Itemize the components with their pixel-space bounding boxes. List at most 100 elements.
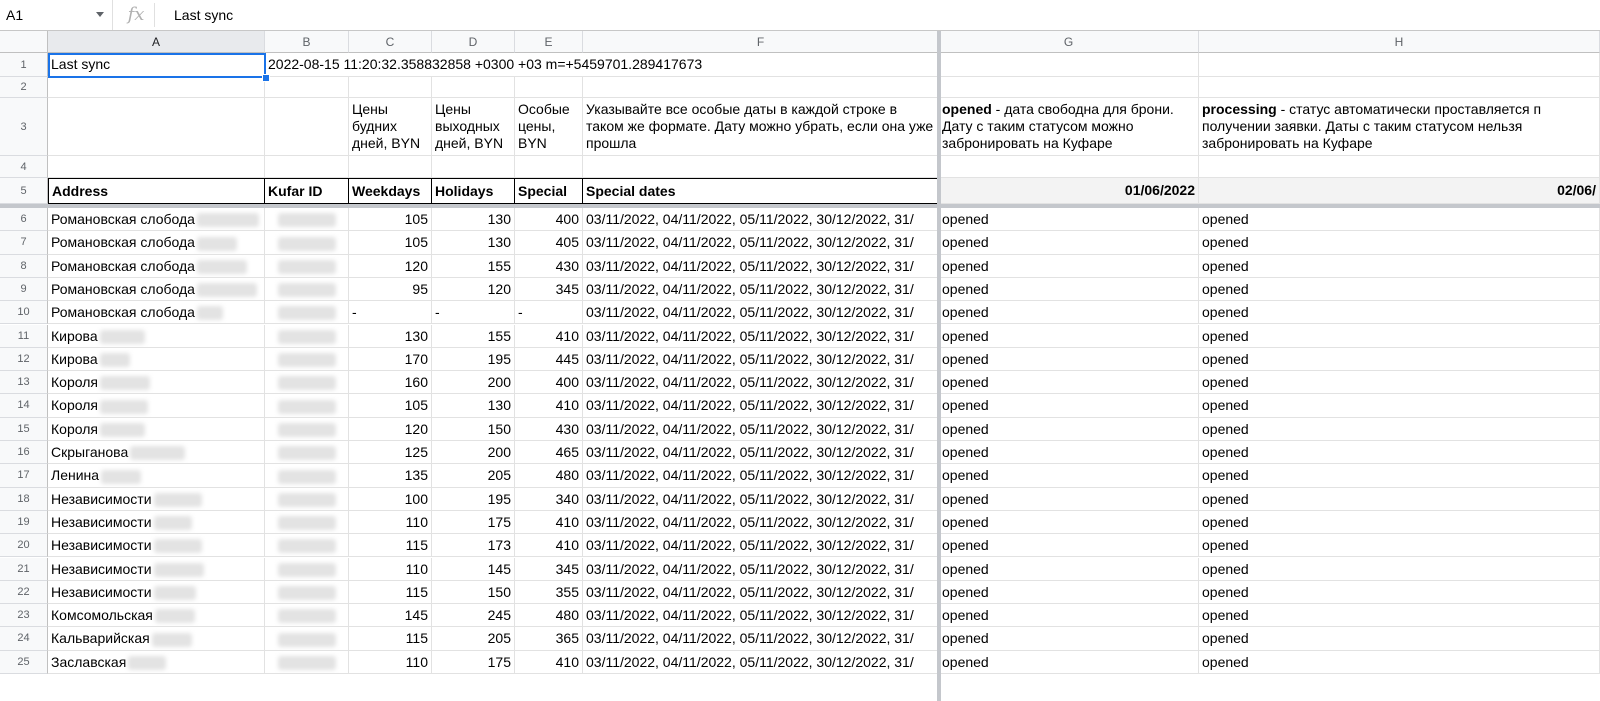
cell-r4-empty[interactable] [48, 156, 265, 178]
cell-r4-empty[interactable] [265, 156, 349, 178]
weekdays-price-cell[interactable]: 115 [349, 534, 432, 558]
status-cell[interactable]: opened [1199, 580, 1600, 605]
row-header-4[interactable]: 4 [0, 156, 48, 178]
address-cell[interactable]: Короля [48, 417, 265, 441]
address-cell[interactable]: Кирова [48, 324, 265, 348]
cell-r1-empty[interactable] [1199, 53, 1600, 77]
row-header-23[interactable]: 23 [0, 604, 48, 628]
holidays-price-cell[interactable]: 150 [432, 580, 515, 605]
status-cell[interactable]: opened [1199, 650, 1600, 674]
row-header-12[interactable]: 12 [0, 347, 48, 372]
special-dates-cell[interactable]: 03/11/2022, 04/11/2022, 05/11/2022, 30/1… [583, 580, 939, 605]
status-cell[interactable]: opened [939, 231, 1199, 255]
special-price-cell[interactable]: 400 [515, 208, 583, 232]
address-cell[interactable]: Независимости [48, 557, 265, 581]
holidays-price-cell[interactable]: 155 [432, 254, 515, 278]
status-cell[interactable]: opened [939, 301, 1199, 325]
status-cell[interactable]: opened [1199, 208, 1600, 232]
kufar-id-cell[interactable] [265, 347, 349, 372]
holidays-price-cell[interactable]: 145 [432, 557, 515, 581]
special-dates-cell[interactable]: 03/11/2022, 04/11/2022, 05/11/2022, 30/1… [583, 371, 939, 395]
header-cell-h[interactable]: 02/06/ [1199, 178, 1600, 204]
column-header-h[interactable]: H [1199, 31, 1600, 53]
column-header-c[interactable]: C [349, 31, 432, 53]
fill-handle[interactable] [262, 74, 270, 82]
special-price-cell[interactable]: 430 [515, 417, 583, 441]
address-cell[interactable]: Независимости [48, 534, 265, 558]
weekdays-price-cell[interactable]: 110 [349, 510, 432, 535]
kufar-id-cell[interactable] [265, 557, 349, 581]
special-price-cell[interactable]: 445 [515, 347, 583, 372]
cell-r4-empty[interactable] [515, 156, 583, 178]
row-header-3[interactable]: 3 [0, 98, 48, 156]
special-price-cell[interactable]: 410 [515, 394, 583, 418]
status-cell[interactable]: opened [939, 464, 1199, 488]
kufar-id-cell[interactable] [265, 277, 349, 302]
weekdays-price-cell[interactable]: 105 [349, 208, 432, 232]
row-header-21[interactable]: 21 [0, 557, 48, 581]
special-price-cell[interactable]: 405 [515, 231, 583, 255]
cell-g3[interactable]: opened - дата свободна для брони. Дату с… [939, 98, 1199, 156]
status-cell[interactable]: opened [939, 277, 1199, 302]
weekdays-price-cell[interactable]: 115 [349, 580, 432, 605]
weekdays-price-cell[interactable]: 105 [349, 231, 432, 255]
row-header-11[interactable]: 11 [0, 324, 48, 348]
row-header-7[interactable]: 7 [0, 231, 48, 255]
special-price-cell[interactable]: 410 [515, 534, 583, 558]
address-cell[interactable]: Романовская слобода [48, 301, 265, 325]
address-cell[interactable]: Независимости [48, 510, 265, 535]
column-header-d[interactable]: D [432, 31, 515, 53]
cell-b3[interactable] [265, 98, 349, 156]
cell-a1[interactable]: Last sync [48, 53, 265, 77]
cell-r2-empty[interactable] [48, 77, 265, 98]
status-cell[interactable]: opened [1199, 534, 1600, 558]
special-price-cell[interactable]: 410 [515, 510, 583, 535]
row-header-1[interactable]: 1 [0, 53, 48, 77]
address-cell[interactable]: Романовская слобода [48, 208, 265, 232]
status-cell[interactable]: opened [1199, 510, 1600, 535]
column-header-g[interactable]: G [939, 31, 1199, 53]
status-cell[interactable]: opened [939, 324, 1199, 348]
special-price-cell[interactable]: 465 [515, 441, 583, 465]
kufar-id-cell[interactable] [265, 464, 349, 488]
header-cell-d[interactable]: Holidays [432, 178, 515, 204]
status-cell[interactable]: opened [1199, 487, 1600, 511]
kufar-id-cell[interactable] [265, 650, 349, 674]
kufar-id-cell[interactable] [265, 324, 349, 348]
frozen-column-divider[interactable] [937, 31, 941, 701]
holidays-price-cell[interactable]: 175 [432, 650, 515, 674]
status-cell[interactable]: opened [939, 580, 1199, 605]
cell-r2-empty[interactable] [583, 77, 939, 98]
holidays-price-cell[interactable]: 130 [432, 231, 515, 255]
holidays-price-cell[interactable]: 150 [432, 417, 515, 441]
cell-r2-empty[interactable] [1199, 77, 1600, 98]
special-dates-cell[interactable]: 03/11/2022, 04/11/2022, 05/11/2022, 30/1… [583, 441, 939, 465]
weekdays-price-cell[interactable]: 100 [349, 487, 432, 511]
special-price-cell[interactable]: 340 [515, 487, 583, 511]
cell-r4-empty[interactable] [939, 156, 1199, 178]
formula-input[interactable]: Last sync [174, 0, 233, 30]
holidays-price-cell[interactable]: 130 [432, 208, 515, 232]
cell-r4-empty[interactable] [432, 156, 515, 178]
cell-c3[interactable]: Цены будних дней, BYN [349, 98, 432, 156]
status-cell[interactable]: opened [939, 510, 1199, 535]
cell-r4-empty[interactable] [349, 156, 432, 178]
special-dates-cell[interactable]: 03/11/2022, 04/11/2022, 05/11/2022, 30/1… [583, 417, 939, 441]
row-header-20[interactable]: 20 [0, 534, 48, 558]
weekdays-price-cell[interactable]: 125 [349, 441, 432, 465]
holidays-price-cell[interactable]: 130 [432, 394, 515, 418]
weekdays-price-cell[interactable]: 95 [349, 277, 432, 302]
weekdays-price-cell[interactable]: 115 [349, 627, 432, 651]
special-dates-cell[interactable]: 03/11/2022, 04/11/2022, 05/11/2022, 30/1… [583, 534, 939, 558]
status-cell[interactable]: opened [939, 557, 1199, 581]
weekdays-price-cell[interactable]: 120 [349, 417, 432, 441]
weekdays-price-cell[interactable]: - [349, 301, 432, 325]
header-cell-a[interactable]: Address [48, 178, 265, 204]
weekdays-price-cell[interactable]: 160 [349, 371, 432, 395]
cell-r4-empty[interactable] [1199, 156, 1600, 178]
special-dates-cell[interactable]: 03/11/2022, 04/11/2022, 05/11/2022, 30/1… [583, 557, 939, 581]
row-header-15[interactable]: 15 [0, 417, 48, 441]
holidays-price-cell[interactable]: 195 [432, 347, 515, 372]
cell-a3[interactable] [48, 98, 265, 156]
special-dates-cell[interactable]: 03/11/2022, 04/11/2022, 05/11/2022, 30/1… [583, 324, 939, 348]
